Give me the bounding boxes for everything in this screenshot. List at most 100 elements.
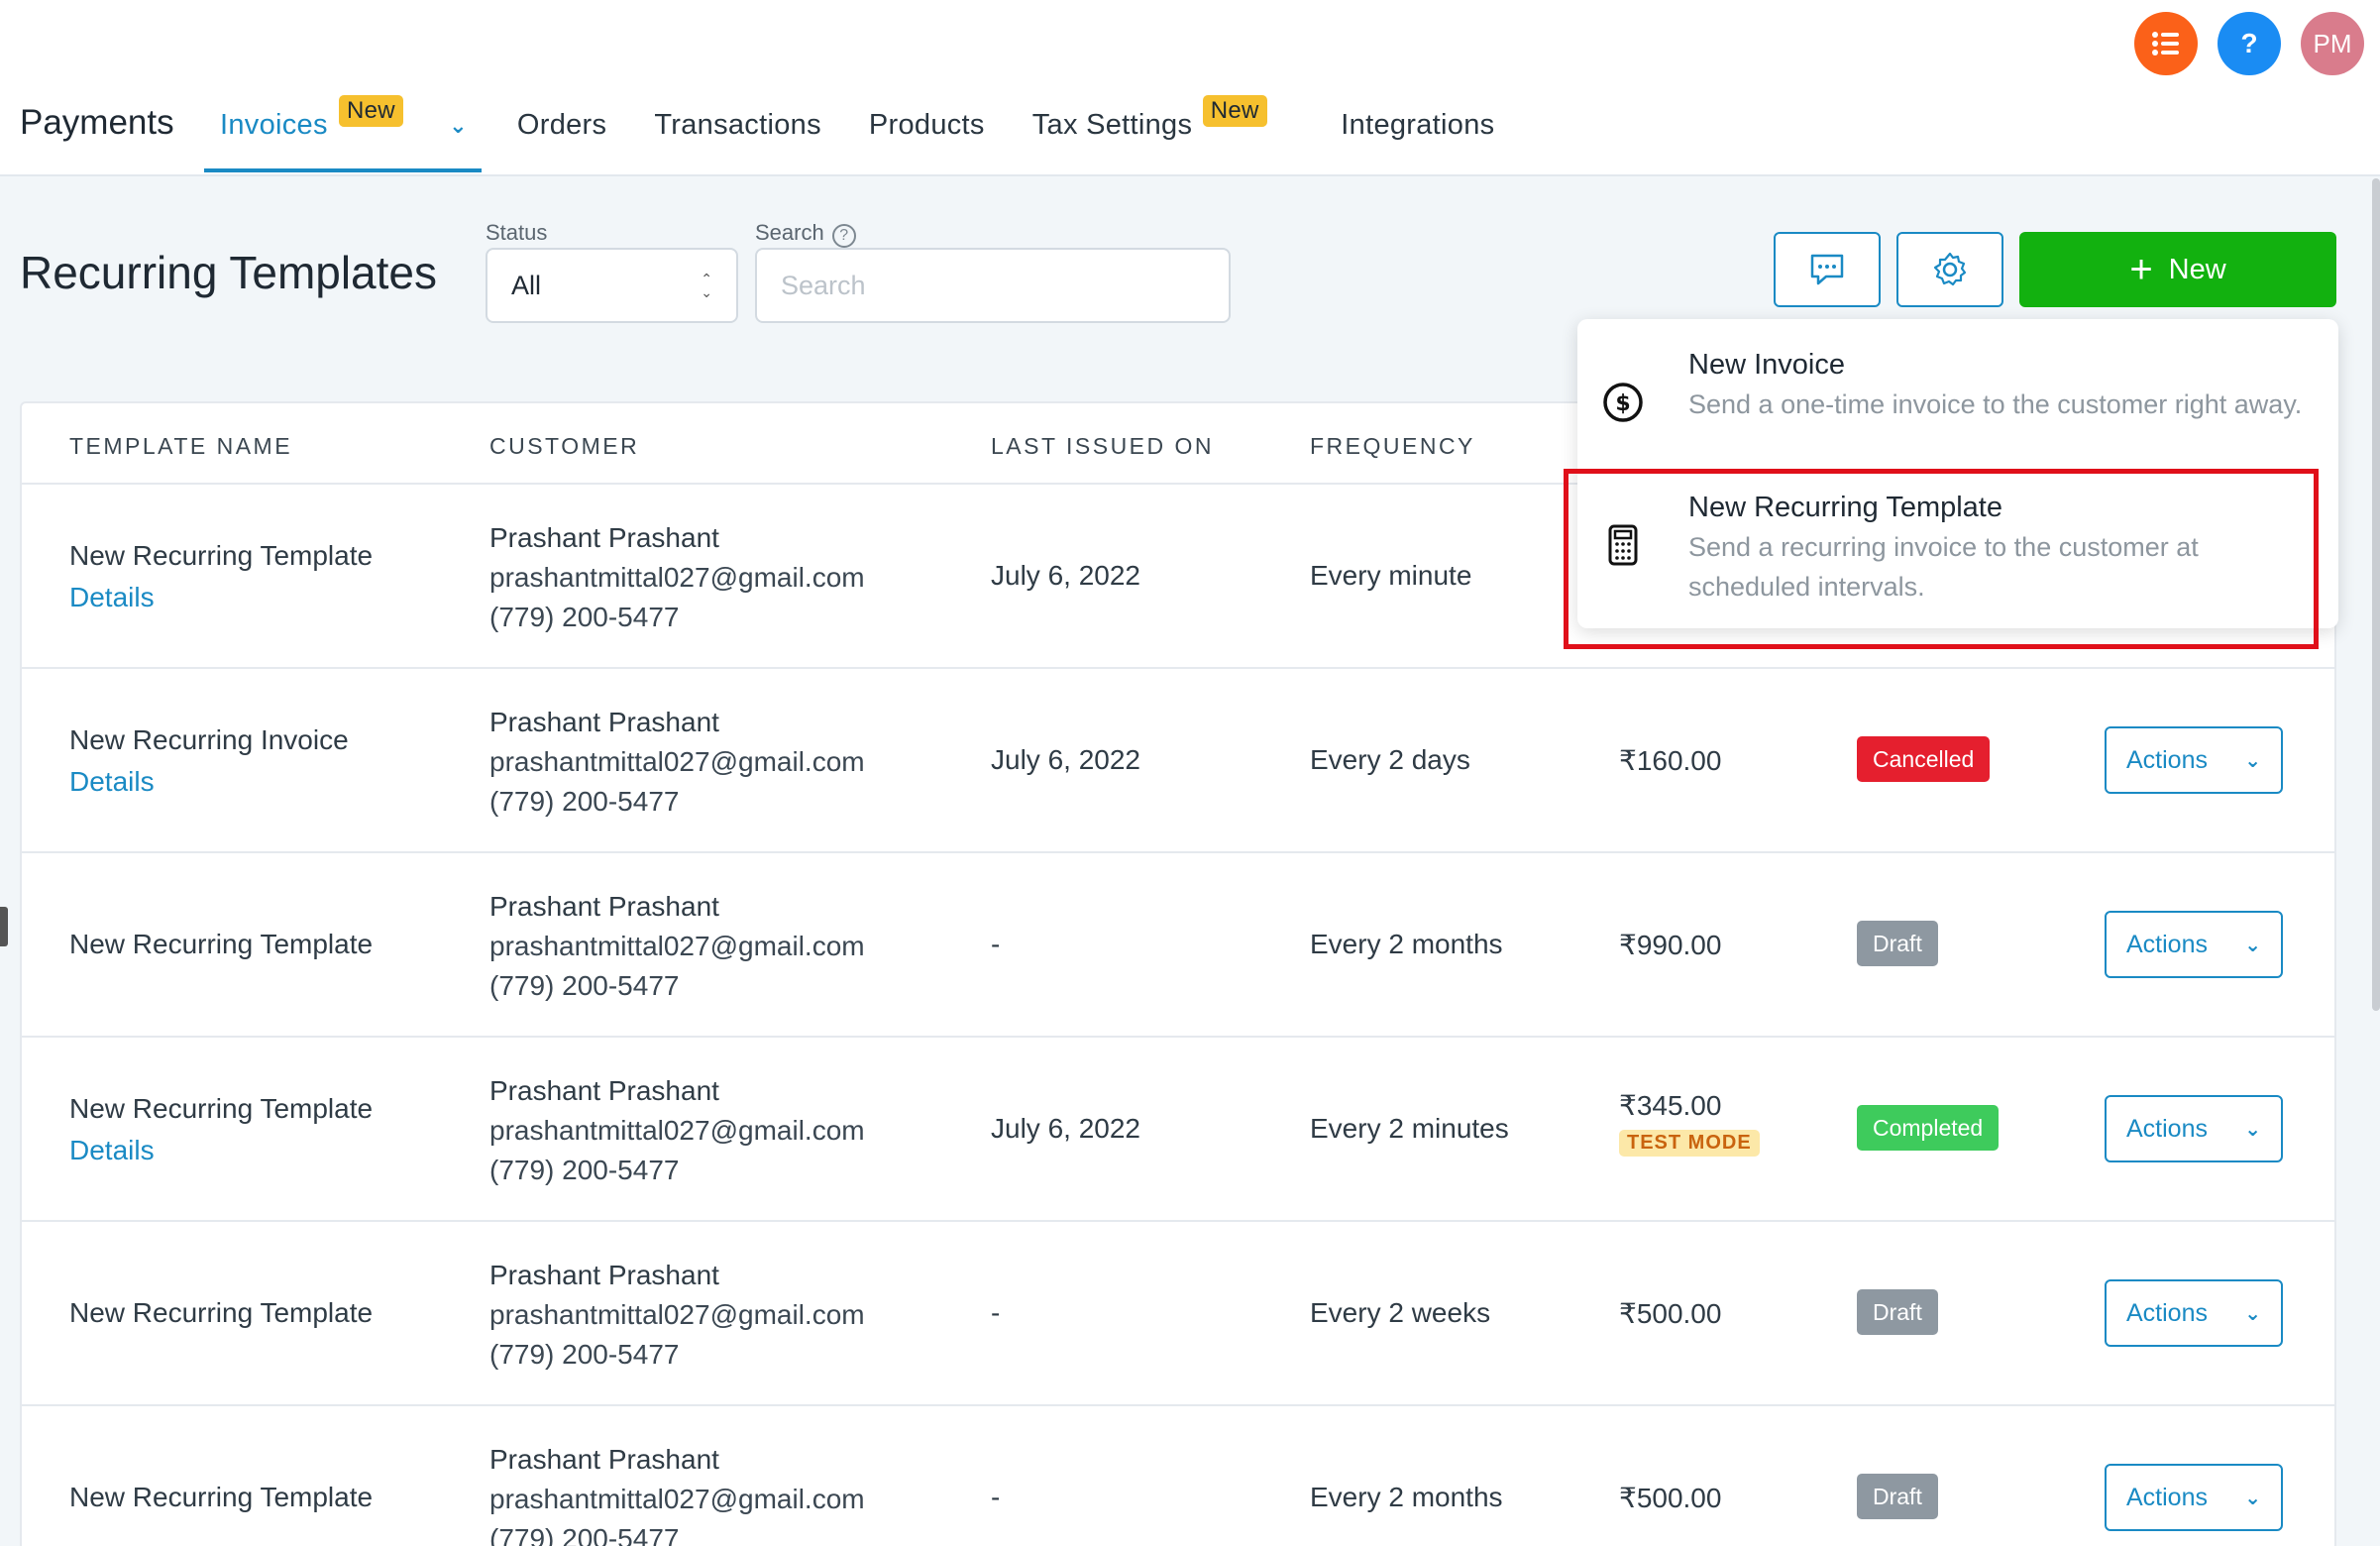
- chevron-down-icon: ⌄: [2244, 1487, 2261, 1509]
- amount: ₹160.00: [1619, 745, 1722, 776]
- search-input[interactable]: [755, 248, 1231, 323]
- tab-transactions[interactable]: Transactions: [654, 83, 821, 172]
- table-row[interactable]: New Recurring Template Prashant Prashant…: [22, 853, 2334, 1038]
- frequency: Every 2 minutes: [1310, 1113, 1509, 1144]
- menu-item-title: New Invoice: [1688, 349, 1845, 381]
- customer-name: Prashant Prashant: [489, 522, 719, 553]
- customer-cell: Prashant Prashant prashantmittal027@gmai…: [489, 1256, 865, 1375]
- settings-button[interactable]: [1896, 232, 2003, 307]
- table-row[interactable]: New Recurring Invoice Details Prashant P…: [22, 669, 2334, 853]
- dollar-icon: $: [1603, 383, 1643, 422]
- actions-button[interactable]: Actions ⌄: [2105, 1279, 2283, 1347]
- customer-email: prashantmittal027@gmail.com: [489, 746, 865, 777]
- status-badge: Cancelled: [1857, 736, 1991, 782]
- actions-label: Actions: [2126, 1298, 2208, 1327]
- tab-invoices-label: Invoices: [220, 109, 328, 141]
- tab-tax-settings[interactable]: Tax Settings New: [1032, 83, 1267, 172]
- template-name-cell: New Recurring Template: [69, 1297, 373, 1329]
- customer-cell: Prashant Prashant prashantmittal027@gmai…: [489, 1440, 865, 1546]
- page-title: Recurring Templates: [20, 247, 438, 298]
- table-row[interactable]: New Recurring Template Details Prashant …: [22, 1038, 2334, 1222]
- menu-item-new-invoice[interactable]: $ New Invoice Send a one-time invoice to…: [1577, 319, 2338, 462]
- column-customer[interactable]: CUSTOMER: [489, 433, 639, 460]
- customer-name: Prashant Prashant: [489, 1075, 719, 1106]
- template-name-cell: New Recurring Invoice Details: [69, 724, 349, 798]
- new-button[interactable]: + New: [2019, 232, 2336, 307]
- template-name-cell: New Recurring Template Details: [69, 540, 373, 613]
- status-badge: Draft: [1857, 921, 1938, 966]
- search-label: Search: [755, 220, 824, 245]
- tab-orders[interactable]: Orders: [517, 83, 606, 172]
- template-name: New Recurring Template: [69, 1482, 374, 1512]
- customer-email: prashantmittal027@gmail.com: [489, 931, 865, 961]
- actions-label: Actions: [2126, 745, 2208, 774]
- help-circle-icon[interactable]: ?: [831, 224, 856, 248]
- last-issued: July 6, 2022: [991, 1113, 1140, 1144]
- tab-integrations[interactable]: Integrations: [1341, 83, 1494, 172]
- amount: ₹990.00: [1619, 930, 1722, 960]
- details-link[interactable]: Details: [69, 1135, 373, 1166]
- actions-button[interactable]: Actions ⌄: [2105, 1464, 2283, 1531]
- top-right-icons: ? PM: [2134, 12, 2364, 75]
- user-avatar[interactable]: PM: [2301, 12, 2364, 75]
- column-frequency[interactable]: FREQUENCY: [1310, 433, 1475, 460]
- menu-item-description: Send a one-time invoice to the customer …: [1688, 389, 2303, 419]
- actions-label: Actions: [2126, 930, 2208, 958]
- status-select[interactable]: All ⌃ ⌄: [486, 248, 738, 323]
- chevron-down-icon: ⌄: [2244, 1118, 2261, 1141]
- tab-invoices[interactable]: Invoices New ⌄: [204, 83, 482, 172]
- template-name-cell: New Recurring Template: [69, 929, 373, 960]
- customer-name: Prashant Prashant: [489, 891, 719, 922]
- help-icon[interactable]: ?: [2218, 12, 2281, 75]
- status-badge: Completed: [1857, 1105, 2000, 1151]
- frequency: Every minute: [1310, 560, 1472, 591]
- task-list-icon[interactable]: [2134, 12, 2198, 75]
- frequency: Every 2 days: [1310, 744, 1470, 775]
- actions-button[interactable]: Actions ⌄: [2105, 911, 2283, 978]
- frequency: Every 2 weeks: [1310, 1297, 1491, 1328]
- actions-button[interactable]: Actions ⌄: [2105, 726, 2283, 794]
- customer-cell: Prashant Prashant prashantmittal027@gmai…: [489, 887, 865, 1006]
- actions-label: Actions: [2126, 1483, 2208, 1511]
- frequency: Every 2 months: [1310, 929, 1503, 959]
- customer-phone: (779) 200-5477: [489, 1155, 680, 1185]
- template-name: New Recurring Invoice: [69, 724, 349, 755]
- column-template-name[interactable]: TEMPLATE NAME: [69, 433, 292, 460]
- search-label-row: Search?: [755, 220, 856, 248]
- list-icon: [2152, 32, 2179, 55]
- table-row[interactable]: New Recurring Template Prashant Prashant…: [22, 1222, 2334, 1406]
- last-issued: -: [991, 929, 1001, 959]
- actions-button[interactable]: Actions ⌄: [2105, 1095, 2283, 1162]
- feedback-button[interactable]: [1774, 232, 1881, 307]
- customer-phone: (779) 200-5477: [489, 786, 680, 817]
- details-link[interactable]: Details: [69, 582, 373, 613]
- template-name-cell: New Recurring Template Details: [69, 1093, 373, 1166]
- side-handle[interactable]: [0, 907, 8, 946]
- column-last-issued[interactable]: LAST ISSUED ON: [991, 433, 1214, 460]
- chevron-down-icon: ⌄: [2244, 1302, 2261, 1325]
- top-navigation-bar: ? PM Payments Invoices New ⌄ Orders Tran…: [0, 0, 2380, 176]
- template-name: New Recurring Template: [69, 1297, 374, 1328]
- customer-phone: (779) 200-5477: [489, 1339, 680, 1370]
- tab-products[interactable]: Products: [869, 83, 985, 172]
- main-tabs: Invoices New ⌄ Orders Transactions Produ…: [204, 83, 1542, 176]
- customer-phone: (779) 200-5477: [489, 602, 680, 632]
- plus-icon: +: [2129, 248, 2153, 291]
- amount: ₹500.00: [1619, 1483, 1722, 1513]
- amount: ₹500.00: [1619, 1298, 1722, 1329]
- status-badge: Draft: [1857, 1289, 1938, 1335]
- vertical-scrollbar[interactable]: [2372, 178, 2380, 1011]
- new-badge: New: [1202, 95, 1267, 127]
- template-name: New Recurring Template: [69, 1093, 374, 1124]
- customer-email: prashantmittal027@gmail.com: [489, 1115, 865, 1146]
- amount: ₹345.00: [1619, 1090, 1722, 1121]
- table-row[interactable]: New Recurring Template Prashant Prashant…: [22, 1406, 2334, 1546]
- customer-email: prashantmittal027@gmail.com: [489, 1299, 865, 1330]
- chevron-down-icon[interactable]: ⌄: [449, 113, 468, 139]
- app-title: Payments: [20, 103, 174, 142]
- template-name-cell: New Recurring Template: [69, 1482, 373, 1513]
- details-link[interactable]: Details: [69, 766, 349, 798]
- actions-label: Actions: [2126, 1114, 2208, 1143]
- status-value: All: [511, 270, 542, 300]
- last-issued: July 6, 2022: [991, 744, 1140, 775]
